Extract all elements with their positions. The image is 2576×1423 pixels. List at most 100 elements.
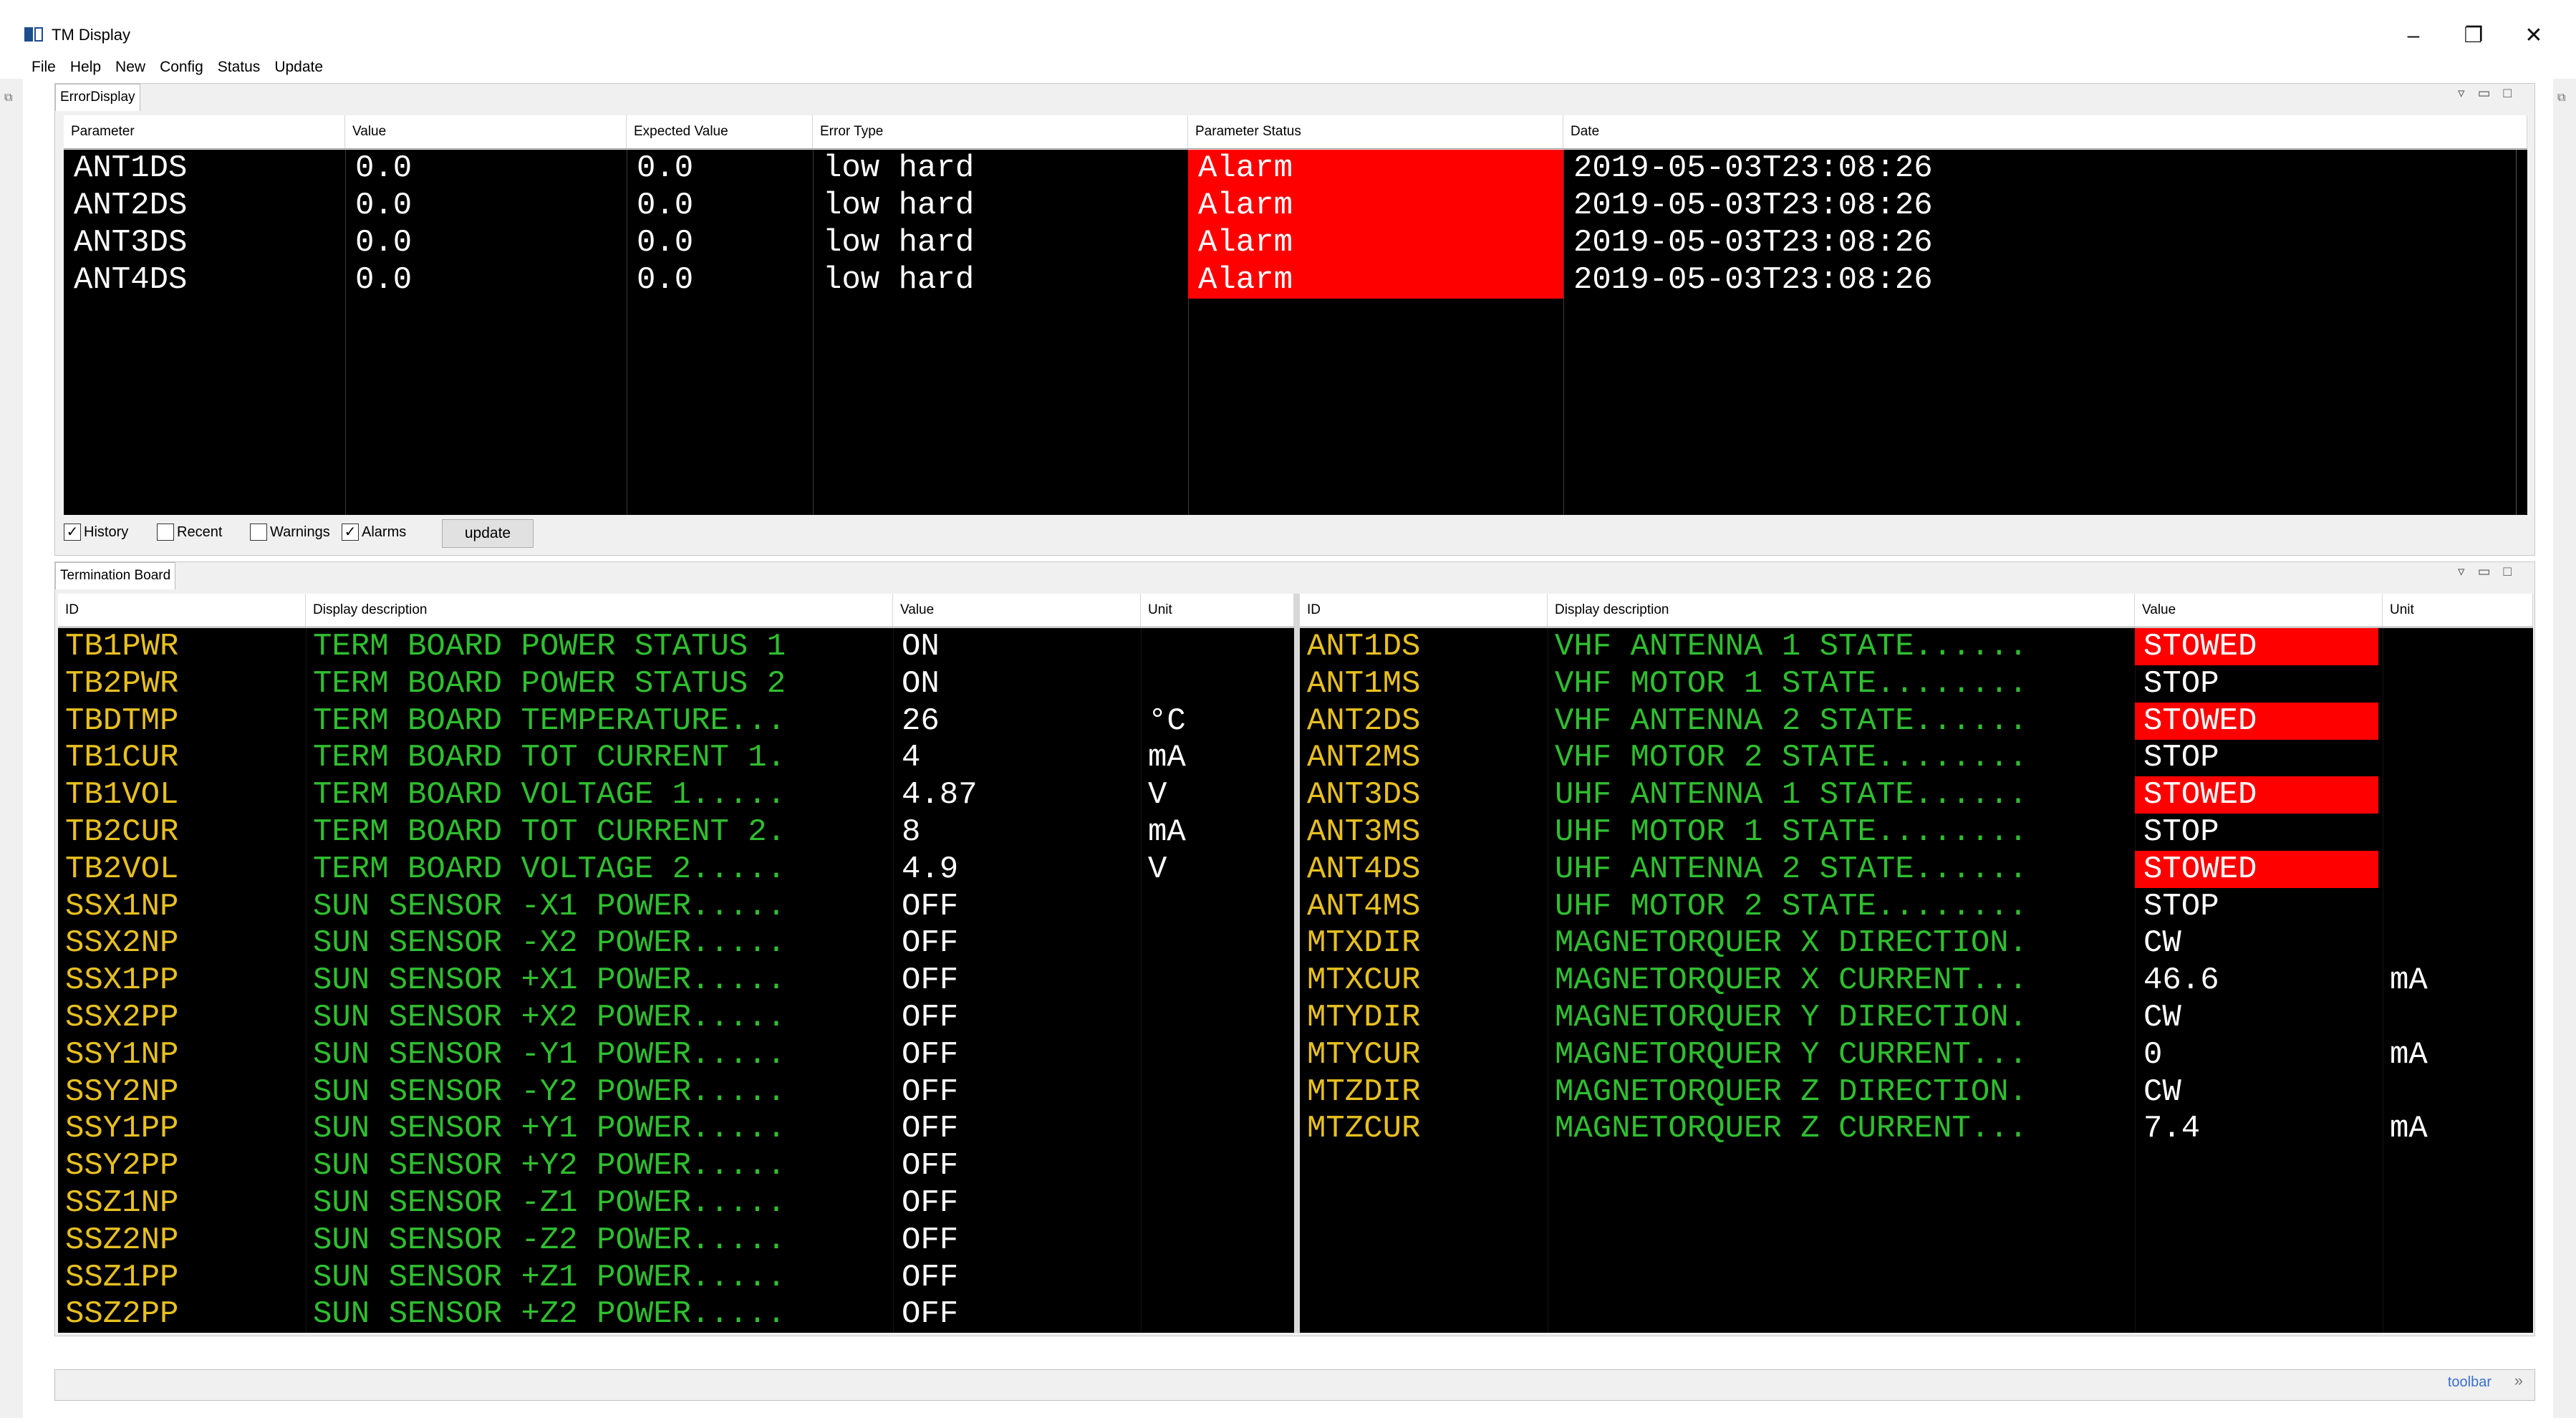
telemetry-id-cell[interactable]: SSZ2PP [65,1296,178,1333]
left-dock-strip: ⧉ [0,79,23,1418]
col-header-description[interactable]: Display description [1548,594,2135,627]
telemetry-id-cell[interactable]: SSX2PP [65,999,178,1036]
telemetry-id-cell[interactable]: MTYCUR [1307,1036,1420,1074]
dock-maximize-icon[interactable]: □ [2504,86,2524,101]
right-table-body: ANT1DS VHF ANTENNA 1 STATE...... STOWED ANT… [1300,628,2533,1333]
telemetry-id-cell[interactable]: ANT3MS [1307,814,1420,851]
recent-label: Recent [177,524,223,540]
telemetry-id-cell[interactable]: SSZ1NP [65,1185,178,1222]
telemetry-id-cell[interactable]: TB1CUR [65,739,178,776]
telemetry-id-cell[interactable]: ANT1MS [1307,665,1420,703]
dock-menu-icon[interactable]: ▿ [2458,564,2478,579]
telemetry-id-cell[interactable]: MTZDIR [1307,1074,1420,1111]
menu-file[interactable]: File [32,56,56,79]
telemetry-id-cell[interactable]: ANT3DS [1307,776,1420,814]
minimize-button[interactable]: – [2385,16,2442,56]
telemetry-id-cell[interactable]: SSX1NP [65,888,178,925]
error-expected-cell: 0.0 [637,150,694,186]
error-value-cell: 0.0 [355,225,413,261]
menu-config[interactable]: Config [160,56,203,79]
col-header-value[interactable]: Value [345,115,627,148]
telemetry-description-cell: MAGNETORQUER Z DIRECTION. [1555,1074,2028,1110]
telemetry-value-cell: 46.6 [2143,963,2219,998]
error-status-alarm-cell: Alarm [1188,224,1563,261]
telemetry-id-cell[interactable]: SSY2PP [65,1147,178,1185]
telemetry-description-cell: SUN SENSOR +Y1 POWER..... [313,1111,786,1147]
dock-menu-icon[interactable]: ▿ [2458,86,2478,101]
alarms-checkbox[interactable]: ✓ [342,524,359,541]
recent-checkbox[interactable] [157,524,174,541]
telemetry-id-cell[interactable]: SSY2NP [65,1074,178,1111]
dock-maximize-icon[interactable]: □ [2504,564,2524,579]
chevron-icon[interactable]: » [2514,1371,2523,1390]
telemetry-id-cell[interactable]: SSX1PP [65,962,178,999]
warnings-checkbox[interactable] [250,524,267,541]
error-parameter-cell[interactable]: ANT4DS [74,261,187,299]
dock-minimize-icon[interactable]: ▭ [2478,564,2504,579]
error-parameter-cell[interactable]: ANT2DS [74,187,187,224]
telemetry-id-cell[interactable]: SSY1NP [65,1036,178,1074]
dock-minimize-icon[interactable]: ▭ [2478,86,2504,101]
col-header-parameter-status[interactable]: Parameter Status [1188,115,1563,148]
telemetry-id-cell[interactable]: SSY1PP [65,1110,178,1147]
telemetry-unit-cell: mA [2390,1037,2428,1073]
history-checkbox[interactable]: ✓ [64,524,81,541]
telemetry-description-cell: SUN SENSOR -Z1 POWER..... [313,1185,786,1221]
telemetry-id-cell[interactable]: SSX2NP [65,925,178,962]
telemetry-id-cell[interactable]: SSZ2NP [65,1222,178,1259]
col-header-error-type[interactable]: Error Type [813,115,1188,148]
col-header-date[interactable]: Date [1563,115,2527,148]
telemetry-id-cell[interactable]: MTYDIR [1307,999,1420,1036]
telemetry-id-cell[interactable]: ANT2MS [1307,739,1420,776]
telemetry-id-cell[interactable]: ANT1DS [1307,628,1420,665]
col-header-expected-value[interactable]: Expected Value [627,115,813,148]
telemetry-value-cell: OFF [902,889,959,925]
tab-error-display[interactable]: ErrorDisplay [55,84,140,111]
close-button[interactable]: ✕ [2505,16,2562,56]
telemetry-description-cell: SUN SENSOR -Y2 POWER..... [313,1074,786,1110]
restore-button[interactable]: ❐ [2445,16,2502,56]
telemetry-id-cell[interactable]: TB1VOL [65,776,178,814]
menu-status[interactable]: Status [218,56,261,79]
telemetry-description-cell: MAGNETORQUER X CURRENT... [1555,963,2028,998]
telemetry-id-cell[interactable]: ANT2DS [1307,703,1420,740]
telemetry-description-cell: SUN SENSOR +Z2 POWER..... [313,1296,786,1332]
telemetry-value-cell: ON [902,666,940,702]
dock-float-icon[interactable]: ⧉ [4,92,12,105]
telemetry-id-cell[interactable]: TB2PWR [65,665,178,703]
telemetry-value-cell: 4.87 [902,777,978,813]
menu-help[interactable]: Help [70,56,101,79]
telemetry-id-cell[interactable]: ANT4DS [1307,851,1420,888]
dock-float-icon[interactable]: ⧉ [2557,92,2565,105]
error-parameter-cell[interactable]: ANT3DS [74,224,187,261]
telemetry-id-cell[interactable]: MTXCUR [1307,962,1420,999]
col-header-unit[interactable]: Unit [2383,594,2533,627]
telemetry-id-cell[interactable]: SSZ1PP [65,1259,178,1296]
telemetry-description-cell: TERM BOARD TOT CURRENT 2. [313,814,786,850]
telemetry-id-cell[interactable]: TB2CUR [65,814,178,851]
table-splitter[interactable] [1294,594,1300,1333]
telemetry-description-cell: TERM BOARD TEMPERATURE... [313,703,786,739]
tab-termination-board[interactable]: Termination Board [55,562,176,589]
telemetry-id-cell[interactable]: ANT4MS [1307,888,1420,925]
toolbar-label[interactable]: toolbar [2448,1374,2491,1391]
col-header-unit[interactable]: Unit [1141,594,1294,627]
col-header-description[interactable]: Display description [306,594,893,627]
error-value-cell: 0.0 [355,262,413,298]
col-header-parameter[interactable]: Parameter [64,115,345,148]
menu-new[interactable]: New [115,56,145,79]
update-button[interactable]: update [442,519,534,548]
telemetry-id-cell[interactable]: MTXDIR [1307,925,1420,962]
menu-update[interactable]: Update [274,56,323,79]
history-label: History [84,524,129,540]
col-header-value[interactable]: Value [893,594,1141,627]
col-header-id[interactable]: ID [58,594,306,627]
error-parameter-cell[interactable]: ANT1DS [74,150,187,187]
telemetry-id-cell[interactable]: MTZCUR [1307,1110,1420,1147]
telemetry-id-cell[interactable]: TB2VOL [65,851,178,888]
telemetry-id-cell[interactable]: TBDTMP [65,703,178,740]
col-header-id[interactable]: ID [1300,594,1548,627]
telemetry-value-cell: 4.9 [902,852,959,887]
col-header-value[interactable]: Value [2135,594,2383,627]
telemetry-id-cell[interactable]: TB1PWR [65,628,178,665]
